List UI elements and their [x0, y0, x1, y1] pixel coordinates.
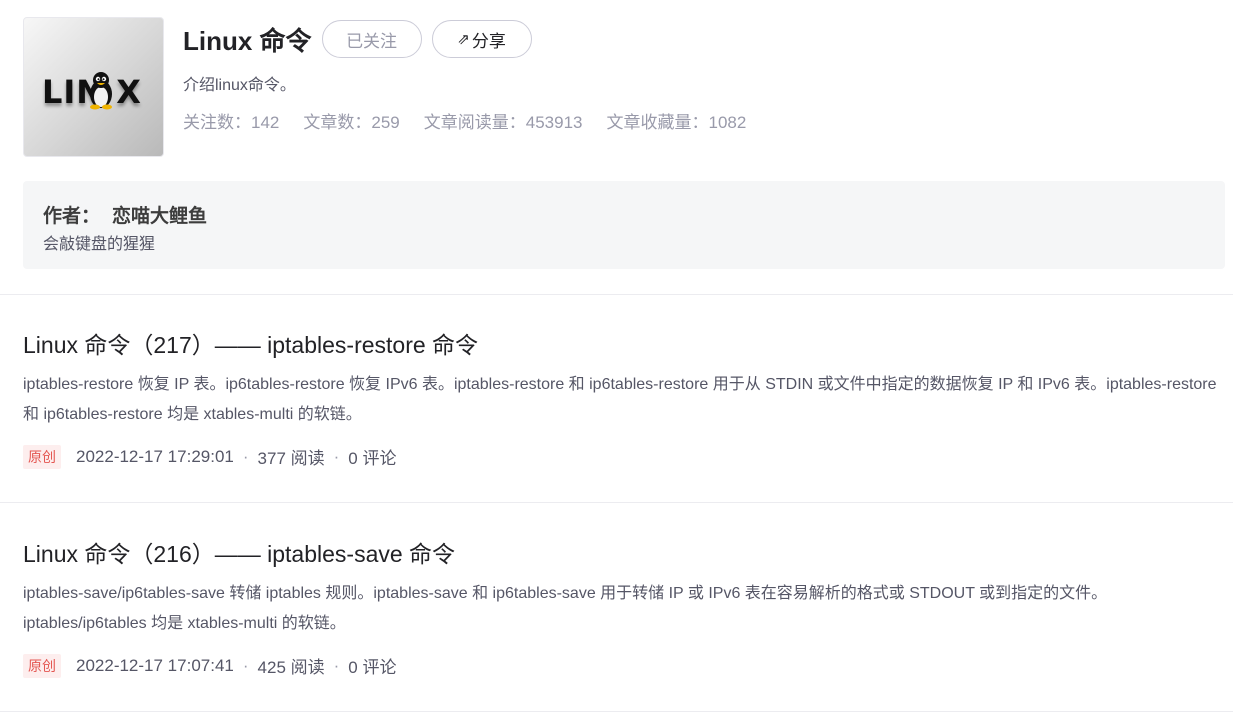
follow-button[interactable]: 已关注 [321, 20, 422, 58]
share-label: 分享 [471, 31, 506, 51]
article-title[interactable]: Linux 命令（216）—— iptables-save 命令 [23, 535, 455, 569]
article-title[interactable]: Linux 命令（217）—— iptables-restore 命令 [23, 326, 478, 360]
divider [0, 711, 1233, 712]
article-reads: 425 阅读 [257, 658, 325, 677]
article-reads: 377 阅读 [257, 449, 325, 468]
column-stats: 关注数：142 文章数：259 文章阅读量：453913 文章收藏量：1082 [183, 108, 770, 133]
author-name[interactable]: 恋喵大鲤鱼 [112, 206, 207, 227]
article-comments[interactable]: 0 评论 [348, 653, 396, 678]
author-card: 作者： 恋喵大鲤鱼 会敲键盘的猩猩 [23, 181, 1225, 269]
article-item[interactable]: Linux 命令（217）—— iptables-restore 命令 ipta… [23, 326, 1223, 486]
follow-label: 已关注 [346, 31, 398, 51]
tux-penguin-icon [90, 72, 112, 110]
article-meta: 原创 2022-12-17 17:07:41 · 425 阅读 · 0 评论 [23, 653, 396, 678]
article-description: iptables-restore 恢复 IP 表。ip6tables-resto… [23, 376, 1217, 423]
column-title-row: Linux 命令 已关注 ⇗ 分享 [183, 20, 532, 58]
original-badge: 原创 [23, 653, 61, 678]
column-description: 介绍linux命令。 [183, 77, 296, 94]
original-badge: 原创 [23, 444, 61, 469]
article-comments[interactable]: 0 评论 [348, 444, 396, 469]
stat-reads: 文章阅读量：453913 [423, 113, 583, 132]
article-meta: 原创 2022-12-17 17:29:01 · 377 阅读 · 0 评论 [23, 444, 396, 469]
article-description: iptables-save/ip6tables-save 转储 iptables… [23, 585, 1108, 632]
column-title: Linux 命令 [183, 25, 312, 56]
separator-dot: · [242, 655, 249, 675]
column-cover-image: LIN X [23, 17, 164, 157]
separator-dot: · [333, 446, 340, 466]
share-button[interactable]: ⇗ 分享 [431, 20, 532, 58]
divider [0, 502, 1233, 503]
column-header: LIN X Linux 命令 已关注 ⇗ 分享 介绍linux命令。 关注数：1… [23, 17, 1225, 157]
author-bio: 会敲键盘的猩猩 [43, 236, 156, 253]
separator-dot: · [333, 655, 340, 675]
author-label: 作者： [43, 206, 101, 227]
stat-favorites: 文章收藏量：1082 [606, 113, 747, 132]
divider [0, 294, 1233, 295]
stat-articles: 文章数：259 [303, 113, 400, 132]
article-item[interactable]: Linux 命令（216）—— iptables-save 命令 iptable… [23, 535, 1223, 695]
separator-dot: · [242, 446, 249, 466]
stat-followers: 关注数：142 [183, 113, 280, 132]
article-date: 2022-12-17 17:29:01 [76, 446, 234, 466]
author-line: 作者： 恋喵大鲤鱼 [43, 201, 207, 228]
article-date: 2022-12-17 17:07:41 [76, 655, 234, 675]
share-icon: ⇗ [457, 31, 470, 48]
